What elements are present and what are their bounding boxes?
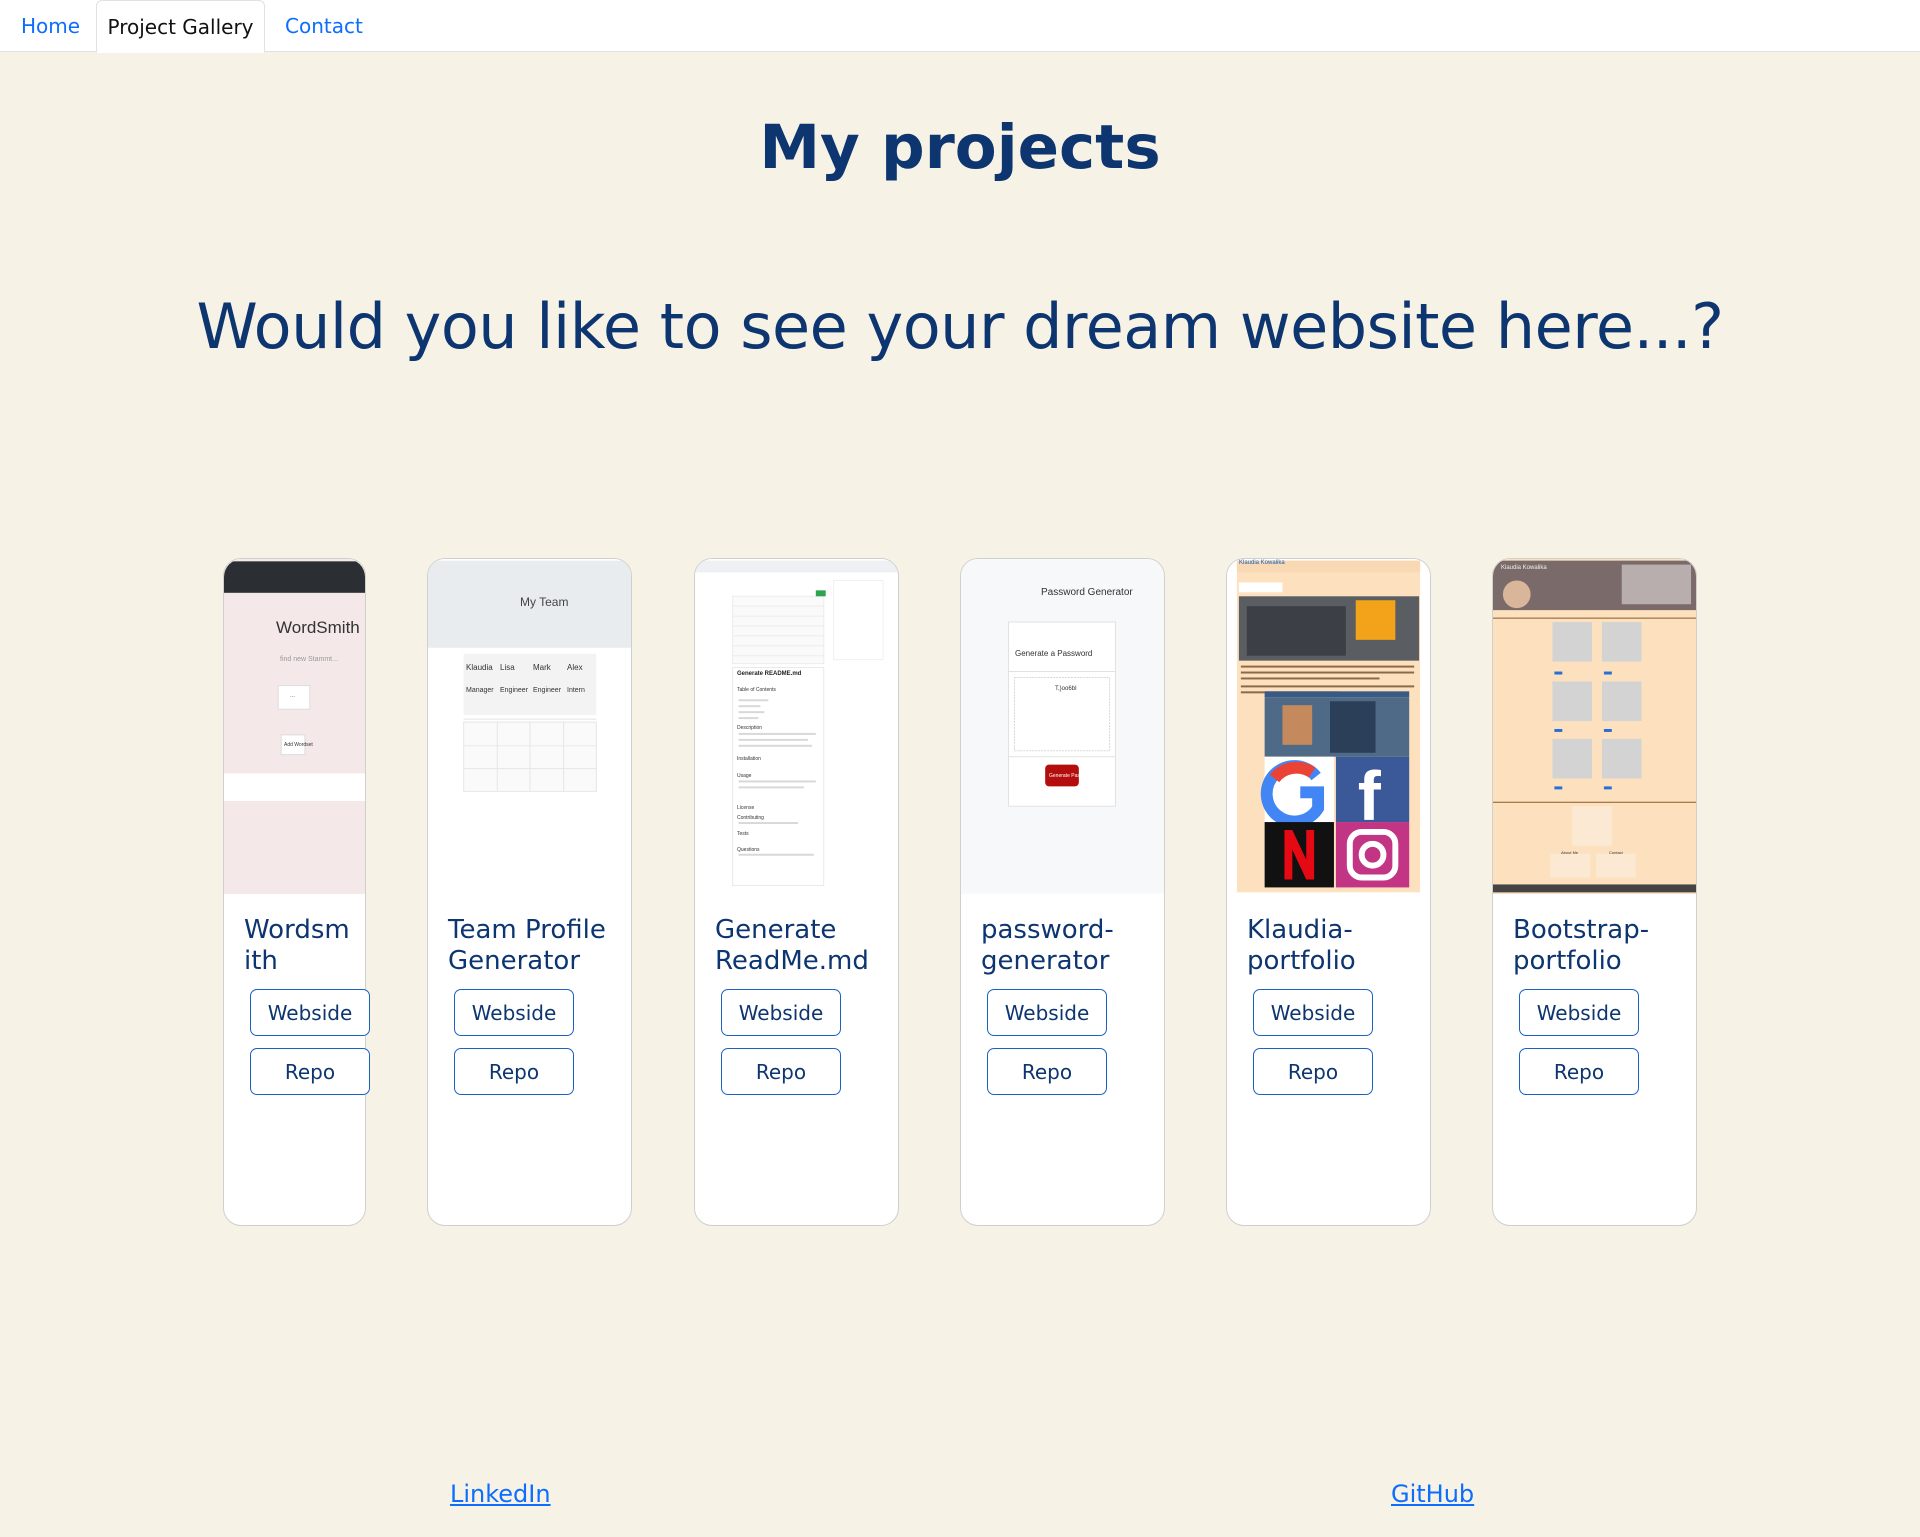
thumb-heading: My Team bbox=[520, 595, 569, 609]
thumb-member: Klaudia bbox=[466, 663, 493, 672]
thumb-generate-button: Generate Password bbox=[1049, 773, 1094, 779]
tab-home[interactable]: Home bbox=[1, 0, 100, 52]
project-thumbnail: My Team Klaudia Lisa Mark Alex Manager E… bbox=[428, 559, 631, 894]
project-title: Wordsmith bbox=[244, 915, 350, 976]
thumb-section: Table of Contents bbox=[737, 687, 776, 693]
project-card-bootstrap-portfolio: Klaudia Kowalika About Me Contact Bootst… bbox=[1492, 558, 1697, 1226]
thumb-section: Description bbox=[737, 725, 763, 731]
thumb-button-1: ... bbox=[290, 693, 296, 699]
repo-button[interactable]: Repo bbox=[250, 1048, 370, 1095]
thumb-heading: Klaudia Kowalika bbox=[1501, 565, 1547, 571]
bootstrap-thumbnail-graphic bbox=[1493, 560, 1696, 893]
thumb-heading: Klaudia Kowalika bbox=[1239, 560, 1285, 566]
thumb-heading: Generate README.md bbox=[737, 671, 802, 677]
password-thumbnail-graphic bbox=[961, 560, 1164, 893]
project-title: password-generator bbox=[981, 915, 1114, 976]
repo-button[interactable]: Repo bbox=[1519, 1048, 1639, 1095]
thumb-role: Engineer bbox=[500, 687, 529, 694]
github-link[interactable]: GitHub bbox=[1391, 1480, 1474, 1508]
project-card-password-generator: Password Generator Generate a Password T… bbox=[960, 558, 1165, 1226]
thumb-subtitle: find new Stammt... bbox=[280, 656, 338, 663]
website-button[interactable]: Webside bbox=[987, 989, 1107, 1036]
thumb-section: Tests bbox=[737, 831, 749, 837]
project-card-team-profile-generator: My Team Klaudia Lisa Mark Alex Manager E… bbox=[427, 558, 632, 1226]
project-title: Team Profile Generator bbox=[448, 915, 606, 976]
repo-button[interactable]: Repo bbox=[1253, 1048, 1373, 1095]
thumb-section: Questions bbox=[737, 847, 760, 853]
project-thumbnail: Password Generator Generate a Password T… bbox=[961, 559, 1164, 894]
project-title: Bootstrap-portfolio bbox=[1513, 915, 1650, 976]
project-thumbnail: f Klaudia Kowalika bbox=[1227, 559, 1430, 894]
portfolio-thumbnail-graphic: f bbox=[1236, 560, 1421, 893]
website-button[interactable]: Webside bbox=[1253, 989, 1373, 1036]
thumb-role: Engineer bbox=[533, 687, 562, 694]
thumb-role: Intern bbox=[567, 687, 585, 694]
thumb-member: Lisa bbox=[500, 663, 515, 672]
tab-contact[interactable]: Contact bbox=[265, 0, 383, 52]
project-thumbnail: Generate README.md Table of Contents Des… bbox=[695, 559, 898, 894]
readme-thumbnail-graphic bbox=[695, 560, 898, 886]
page-tagline: Would you like to see your dream website… bbox=[196, 290, 1724, 363]
thumb-button-2: Add Wordset bbox=[284, 742, 313, 748]
linkedin-link[interactable]: LinkedIn bbox=[450, 1480, 551, 1508]
project-card-wordsmith: WordSmith find new Stammt... ... Add Wor… bbox=[223, 558, 370, 1226]
project-card-klaudia-portfolio: f Klaudia Kowalika Klaudia-portfolio Web… bbox=[1226, 558, 1431, 1226]
thumb-member: Mark bbox=[533, 663, 551, 672]
thumb-card-title: Generate a Password bbox=[1015, 649, 1093, 658]
project-thumbnail: Klaudia Kowalika About Me Contact bbox=[1493, 559, 1696, 894]
thumb-output: T,}oo6bI bbox=[1055, 686, 1077, 692]
team-thumbnail-graphic bbox=[428, 560, 631, 792]
repo-button[interactable]: Repo bbox=[987, 1048, 1107, 1095]
thumb-section: Usage bbox=[737, 773, 752, 779]
thumb-role: Manager bbox=[466, 687, 494, 694]
thumb-section: Installation bbox=[737, 756, 761, 762]
website-button[interactable]: Webside bbox=[1519, 989, 1639, 1036]
thumb-heading: Password Generator bbox=[1041, 587, 1133, 598]
tab-project-gallery[interactable]: Project Gallery bbox=[96, 0, 265, 53]
website-button[interactable]: Webside bbox=[454, 989, 574, 1036]
project-title: Klaudia-portfolio bbox=[1247, 915, 1356, 976]
project-thumbnail: WordSmith find new Stammt... ... Add Wor… bbox=[224, 559, 365, 894]
nav-tabs: Home Project Gallery Contact bbox=[0, 0, 1920, 53]
project-card-generate-readme: Generate README.md Table of Contents Des… bbox=[694, 558, 899, 1226]
thumb-section: About Me bbox=[1561, 850, 1579, 855]
thumb-section: Contributing bbox=[737, 815, 764, 821]
website-button[interactable]: Webside bbox=[721, 989, 841, 1036]
project-title: Generate ReadMe.md bbox=[715, 915, 869, 976]
repo-button[interactable]: Repo bbox=[454, 1048, 574, 1095]
wordsmith-thumbnail-graphic bbox=[224, 561, 365, 892]
thumb-section: Contact bbox=[1609, 850, 1623, 855]
page-title: My projects bbox=[759, 112, 1161, 183]
thumb-member: Alex bbox=[567, 663, 583, 672]
website-button[interactable]: Webside bbox=[250, 989, 370, 1036]
thumb-section: License bbox=[737, 805, 755, 811]
repo-button[interactable]: Repo bbox=[721, 1048, 841, 1095]
thumb-heading: WordSmith bbox=[276, 618, 360, 637]
